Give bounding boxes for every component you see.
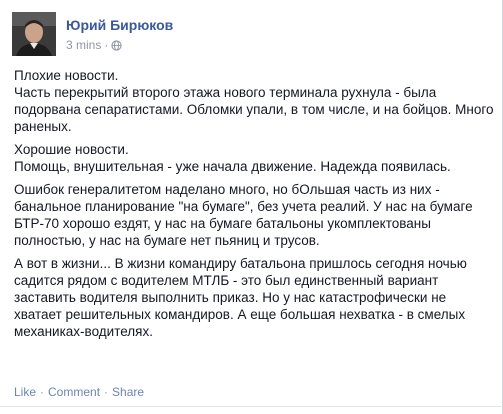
comment-link[interactable]: Comment xyxy=(48,385,100,399)
post-paragraph: Хорошие новости. Помощь, внушительная - … xyxy=(14,142,451,174)
author-name[interactable]: Юрий Бирюков xyxy=(66,17,173,33)
post-timestamp[interactable]: 3 mins xyxy=(66,38,101,52)
post-paragraph: Плохие новости. Часть перекрытий второго… xyxy=(14,68,494,134)
post-meta: 3 mins · xyxy=(66,38,122,54)
globe-icon[interactable] xyxy=(111,40,122,54)
action-separator: · xyxy=(104,385,109,399)
post-body: Плохие новости. Часть перекрытий второго… xyxy=(14,67,494,346)
meta-separator: · xyxy=(104,38,109,52)
post-paragraph: А вот в жизни... В жизни командиру батал… xyxy=(14,256,467,339)
action-separator: · xyxy=(40,385,45,399)
like-link[interactable]: Like xyxy=(14,385,36,399)
post-divider xyxy=(0,406,503,407)
avatar-photo-icon xyxy=(12,12,56,56)
author-avatar[interactable] xyxy=(12,12,56,56)
facebook-post: Юрий Бирюков 3 mins · Плохие новости. Час… xyxy=(0,0,503,414)
share-link[interactable]: Share xyxy=(112,385,144,399)
post-paragraph: Ошибок генералитетом наделано много, но … xyxy=(14,182,473,248)
post-actions: Like · Comment · Share xyxy=(14,385,144,399)
